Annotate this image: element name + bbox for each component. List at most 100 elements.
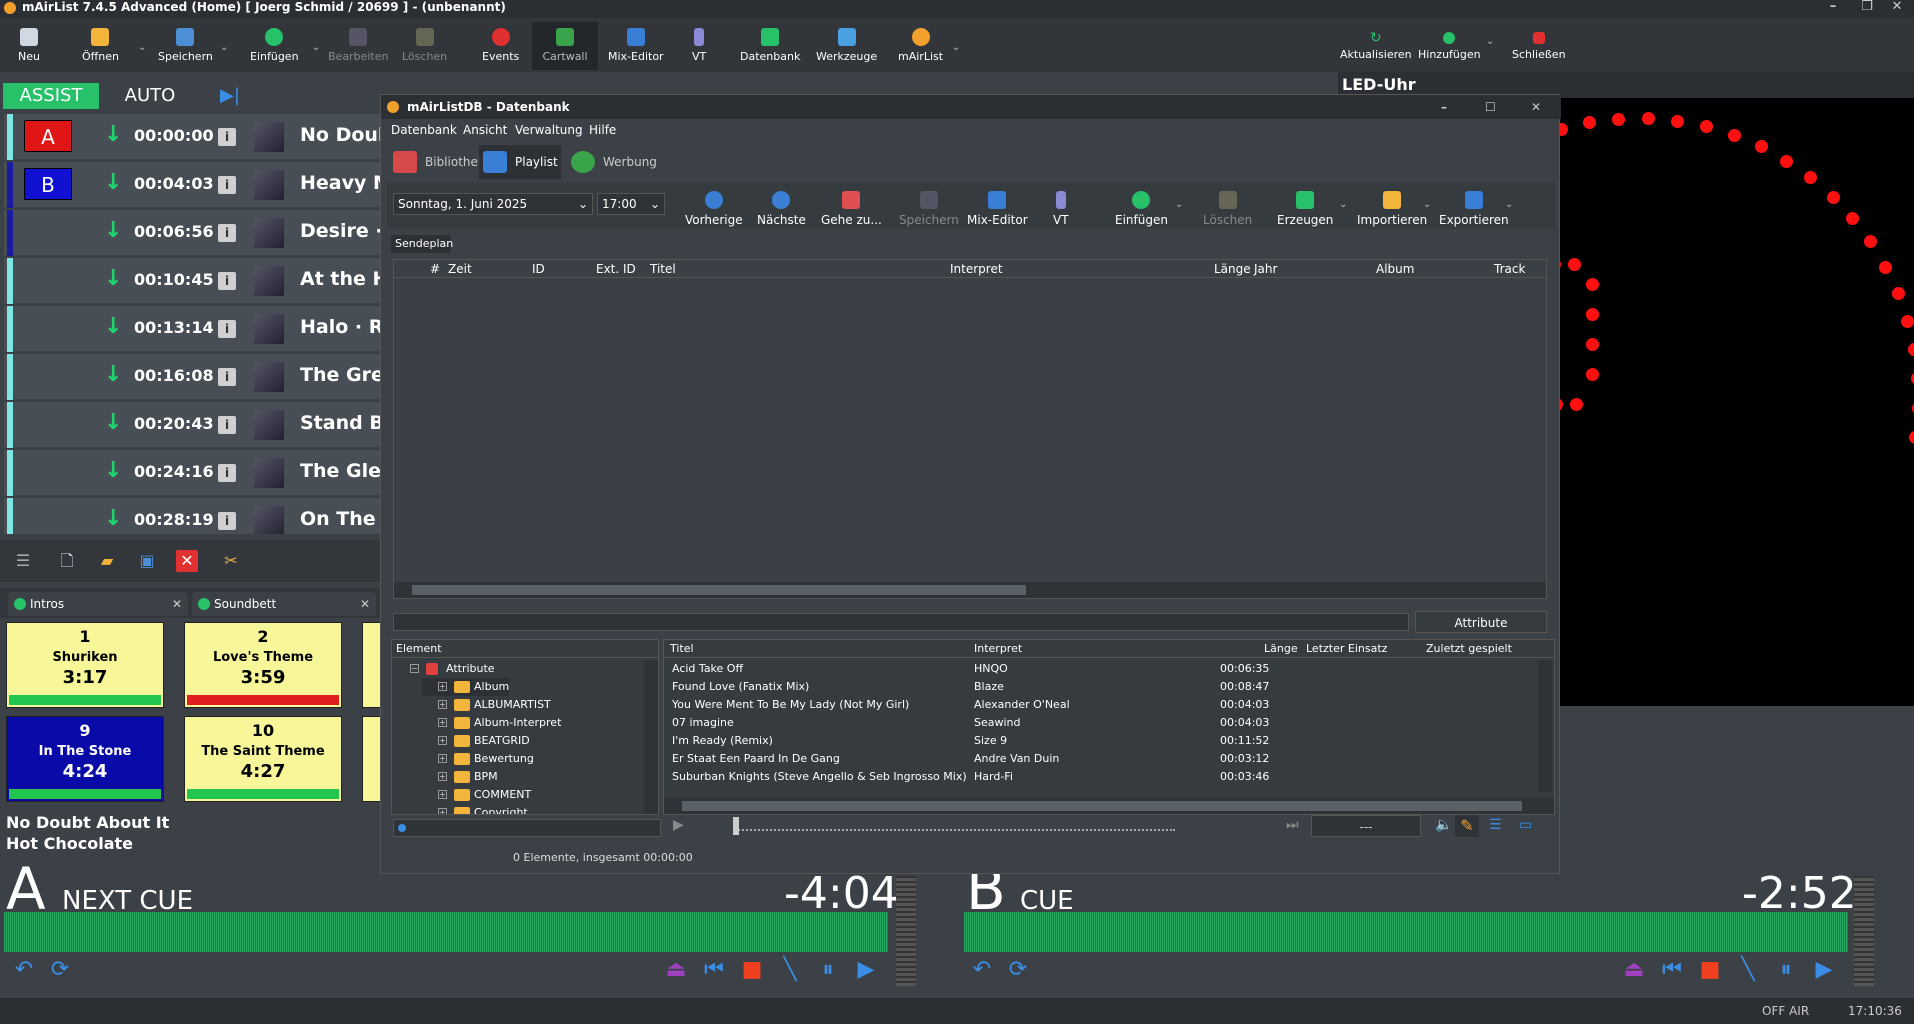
- tools-icon[interactable]: ✂: [220, 550, 242, 572]
- vt-button[interactable]: VT: [1053, 191, 1069, 227]
- next-button[interactable]: Nächste: [757, 191, 806, 227]
- play-icon[interactable]: ▶: [1808, 954, 1840, 986]
- events-button[interactable]: Events: [482, 28, 519, 63]
- info-icon[interactable]: i: [218, 272, 236, 290]
- track-row[interactable]: 07 imagine Seawind 00:04:03: [664, 714, 1534, 732]
- play-icon[interactable]: ▶: [673, 817, 684, 833]
- menu-verwaltung[interactable]: Verwaltung: [515, 123, 583, 137]
- tab-intros[interactable]: Intros ✕: [8, 592, 188, 616]
- volume-icon[interactable]: 🔈: [1435, 817, 1452, 833]
- column-header[interactable]: Jahr: [1254, 260, 1277, 278]
- tab-bibliothek[interactable]: Bibliothek: [389, 145, 485, 179]
- progress-handle[interactable]: [733, 817, 739, 835]
- menu-hilfe[interactable]: Hilfe: [589, 123, 616, 137]
- tree-item[interactable]: + BEATGRID: [422, 732, 530, 750]
- column-header[interactable]: Länge: [1264, 640, 1298, 658]
- chevron-down-icon[interactable]: ⌄: [1175, 199, 1183, 210]
- column-header[interactable]: Ext. ID: [596, 260, 636, 278]
- horizontal-scrollbar[interactable]: [664, 798, 1554, 814]
- column-header[interactable]: ID: [532, 260, 545, 278]
- tree-item[interactable]: − Attribute: [410, 660, 495, 678]
- save-button[interactable]: Speichern: [158, 28, 213, 63]
- playlist-row[interactable]: A ↓ 00:00:00i No Doubt: [4, 114, 386, 160]
- folder-icon[interactable]: ▰: [96, 550, 118, 572]
- insert-button[interactable]: Einfügen: [250, 28, 299, 63]
- menu-icon[interactable]: ☰: [12, 550, 34, 572]
- delete-button[interactable]: Löschen: [1203, 191, 1252, 227]
- playlist-row[interactable]: B ↓ 00:04:03 i Heavy M: [4, 162, 386, 208]
- stop-icon[interactable]: ■: [1694, 954, 1726, 986]
- playlist-row[interactable]: ↓ 00:13:14i Halo · Re: [4, 306, 386, 352]
- info-icon[interactable]: i: [218, 320, 236, 338]
- eject-icon[interactable]: ⏏: [660, 954, 692, 986]
- column-header[interactable]: Zuletzt gespielt: [1426, 640, 1512, 658]
- column-header[interactable]: Titel: [650, 260, 676, 278]
- close-icon[interactable]: ✕: [1880, 0, 1914, 18]
- info-icon[interactable]: i: [218, 512, 236, 530]
- info-icon[interactable]: i: [218, 464, 236, 482]
- column-header[interactable]: Interpret: [950, 260, 1003, 278]
- close-button[interactable]: Schließen: [1512, 32, 1566, 61]
- add-button[interactable]: Hinzufügen: [1418, 32, 1481, 61]
- chevron-down-icon[interactable]: ⌄: [1486, 36, 1494, 47]
- skip-back-icon[interactable]: ⏮: [698, 954, 730, 986]
- skip-forward-icon[interactable]: ⏭: [1286, 817, 1299, 833]
- fade-icon[interactable]: ╲: [1732, 954, 1764, 986]
- track-row[interactable]: Acid Take Off HNQO 00:06:35: [664, 660, 1534, 678]
- save-button[interactable]: Speichern: [899, 191, 959, 227]
- playlist-row[interactable]: ↓ 00:28:19i On The D: [4, 498, 386, 534]
- info-icon[interactable]: i: [218, 416, 236, 434]
- tree-item[interactable]: + Copyright: [422, 804, 528, 814]
- repeat-icon[interactable]: ⟳: [44, 954, 76, 986]
- vt-button[interactable]: VT: [692, 28, 706, 63]
- cartwall-button[interactable]: Cartwall: [532, 22, 598, 70]
- tree-item[interactable]: + BPM: [422, 768, 498, 786]
- edit-attributes-button[interactable]: Attribute bearbeiten...: [1415, 611, 1547, 652]
- cart-player[interactable]: 1 Shuriken 3:17: [6, 622, 164, 708]
- save-icon[interactable]: ▣: [136, 550, 158, 572]
- search-field[interactable]: [393, 819, 661, 837]
- repeat-icon[interactable]: ⟳: [1002, 954, 1034, 986]
- output-icon[interactable]: ▭: [1519, 817, 1532, 833]
- playlist-row[interactable]: ↓ 00:24:16 i The Glen: [4, 450, 386, 496]
- delete-icon[interactable]: ✕: [176, 550, 198, 572]
- info-icon[interactable]: i: [218, 224, 236, 242]
- column-header[interactable]: Letzter Einsatz: [1306, 640, 1387, 658]
- open-button[interactable]: Öffnen: [82, 28, 119, 63]
- cart-player[interactable]: 9 In The Stone 4:24: [6, 716, 164, 802]
- column-header[interactable]: Track: [1494, 260, 1525, 278]
- cart-player[interactable]: 10 The Saint Theme 4:27: [184, 716, 342, 802]
- tab-werbung[interactable]: Werbung: [567, 145, 657, 179]
- list-icon[interactable]: ☰: [1489, 817, 1502, 833]
- tab-playlist[interactable]: Playlist: [479, 145, 561, 179]
- minimize-icon[interactable]: –: [1816, 0, 1850, 18]
- track-row[interactable]: Found Love (Fanatix Mix) Blaze 00:08:47: [664, 678, 1534, 696]
- playlist-row[interactable]: ↓ 00:06:56i Desire · I: [4, 210, 386, 256]
- mix-editor-button[interactable]: Mix-Editor: [967, 191, 1028, 227]
- player-b-waveform[interactable]: [964, 912, 1848, 952]
- hour-select[interactable]: 17:00 ⌄: [597, 193, 665, 215]
- mini-player-progress[interactable]: [735, 829, 1175, 833]
- skip-next-icon[interactable]: ▶|: [202, 83, 258, 109]
- refresh-button[interactable]: ↻ Aktualisieren: [1340, 31, 1412, 61]
- loop-icon[interactable]: ↶: [966, 954, 998, 986]
- generate-button[interactable]: Erzeugen: [1277, 191, 1333, 227]
- assist-button[interactable]: ASSIST: [3, 83, 99, 109]
- playlist-row[interactable]: ↓ 00:16:08i The Grea: [4, 354, 386, 400]
- export-button[interactable]: Exportieren: [1439, 191, 1509, 227]
- delete-button[interactable]: Löschen: [402, 28, 447, 63]
- edit-button[interactable]: Bearbeiten: [328, 28, 388, 63]
- eject-icon[interactable]: ⏏: [1618, 954, 1650, 986]
- tree-item[interactable]: + ALBUMARTIST: [422, 696, 551, 714]
- track-row[interactable]: You Were Ment To Be My Lady (Not My Girl…: [664, 696, 1534, 714]
- tree-item[interactable]: + Album: [422, 678, 510, 696]
- stop-icon[interactable]: ■: [736, 954, 768, 986]
- scrollbar-thumb[interactable]: [412, 585, 1026, 595]
- tools-button[interactable]: Werkzeuge: [816, 28, 877, 63]
- scrollbar-thumb[interactable]: [682, 801, 1522, 811]
- info-icon[interactable]: i: [218, 368, 236, 386]
- loop-icon[interactable]: ↶: [8, 954, 40, 986]
- tab-sendeplan[interactable]: Sendeplan: [391, 235, 453, 253]
- vertical-scrollbar[interactable]: [1538, 660, 1552, 792]
- column-header[interactable]: Titel: [670, 640, 694, 658]
